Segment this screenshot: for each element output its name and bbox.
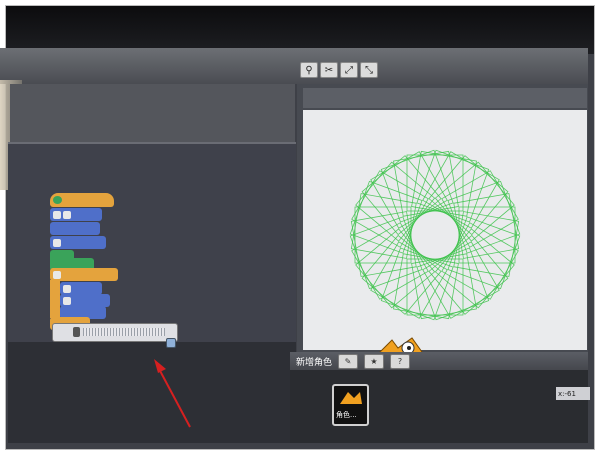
when-flag-clicked-block[interactable] (50, 193, 114, 207)
slider-track[interactable] (83, 328, 165, 336)
new-sprite-title: 新增角色 (296, 357, 333, 368)
monitor-bezel (6, 6, 594, 54)
motion-block[interactable] (50, 236, 106, 249)
random-sprite-icon[interactable]: ? (390, 353, 411, 369)
paint-sprite-icon[interactable]: ✎ (338, 353, 359, 369)
pen-square (428, 234, 509, 315)
stage-header (303, 88, 587, 108)
motion-block[interactable] (50, 208, 102, 221)
value-slot (63, 284, 71, 293)
red-annotation-arrow (154, 359, 191, 428)
pen-square (355, 161, 436, 242)
stage-tool-buttons: ⚲ ✂ ⤢ ⤡ (300, 62, 378, 78)
choose-sprite-icon[interactable]: ★ (364, 353, 385, 369)
coords-readout: x:-61 (556, 387, 590, 400)
cat-icon (340, 392, 362, 404)
value-slot (63, 210, 71, 219)
pen-square (434, 228, 515, 309)
value-slot (63, 296, 71, 305)
scripts-header (10, 84, 295, 142)
motion-block[interactable] (50, 222, 100, 235)
value-slot (53, 210, 61, 219)
sprite-name: 角色... (336, 411, 357, 419)
pen-square (361, 155, 442, 236)
pen-square (361, 234, 442, 315)
pen-square (428, 155, 509, 236)
green-flag-icon (53, 196, 62, 204)
variable-slider[interactable] (52, 323, 178, 342)
spirograph-drawing (349, 149, 521, 321)
value-slot (53, 270, 61, 279)
top-toolbar (0, 48, 588, 84)
pen-square (355, 228, 436, 309)
repeat-block-mouth (50, 280, 60, 318)
slider-handle[interactable] (73, 327, 80, 337)
new-sprite-bar: 新增角色 ✎ ★ ? (290, 352, 588, 370)
scissors-icon[interactable]: ✂ (320, 62, 338, 78)
stamp-icon[interactable]: ⚲ (300, 62, 318, 78)
grow-icon[interactable]: ⤢ (340, 62, 358, 78)
slider-knob[interactable] (166, 338, 176, 348)
value-slot (53, 238, 61, 247)
stage[interactable] (303, 110, 587, 350)
pen-square (434, 161, 515, 242)
sprite-thumbnail[interactable]: 角色... (332, 384, 369, 426)
repeat-block[interactable] (50, 268, 118, 281)
shrink-icon[interactable]: ⤡ (360, 62, 378, 78)
